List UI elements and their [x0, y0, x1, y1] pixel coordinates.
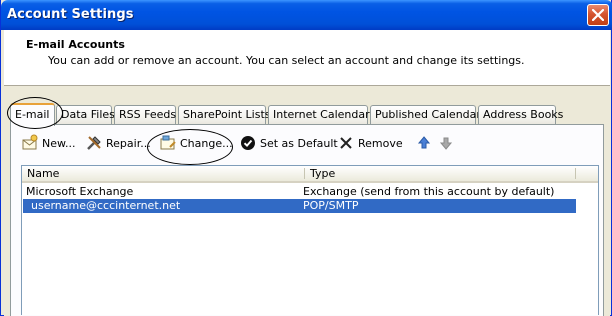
table-row[interactable]: username@cccinternet.net POP/SMTP: [23, 199, 576, 213]
list-header: Name Type: [22, 166, 598, 183]
tab-label: Internet Calendars: [273, 108, 376, 121]
repair-button[interactable]: Repair...: [85, 133, 151, 153]
column-header-type[interactable]: Type: [305, 166, 575, 181]
repair-label: Repair...: [106, 136, 151, 150]
new-button[interactable]: New...: [21, 133, 75, 153]
table-row[interactable]: Microsoft Exchange Exchange (send from t…: [22, 185, 598, 199]
remove-label: Remove: [358, 136, 403, 150]
change-account-icon: [159, 134, 177, 152]
arrow-up-icon: [415, 134, 433, 152]
remove-button[interactable]: Remove: [337, 133, 403, 153]
dialog-body: E-mail Data Files RSS Feeds SharePoint L…: [4, 87, 610, 316]
tab-label: Data Files: [61, 108, 115, 121]
move-up-button[interactable]: [415, 133, 436, 153]
change-button[interactable]: Change...: [159, 133, 233, 153]
account-settings-window: Account Settings E-mail Accounts You can…: [0, 0, 612, 316]
section-description: You can add or remove an account. You ca…: [48, 54, 525, 67]
title-bar[interactable]: Account Settings: [1, 0, 612, 30]
tab-published-calendars[interactable]: Published Calendars: [370, 105, 487, 125]
tab-email[interactable]: E-mail: [10, 103, 55, 126]
account-list[interactable]: Name Type Microsoft Exchange Exchange (s…: [21, 165, 599, 315]
tab-internet-calendars[interactable]: Internet Calendars: [268, 105, 375, 125]
tab-label: Published Calendars: [375, 108, 487, 121]
tab-label: Address Books: [483, 108, 564, 121]
account-type: Exchange (send from this account by defa…: [303, 185, 555, 198]
arrow-down-icon: [437, 134, 455, 152]
header-panel: E-mail Accounts You can add or remove an…: [4, 30, 610, 86]
set-default-button[interactable]: Set as Default: [239, 133, 338, 153]
email-tab-panel: New... Repair... Change... Set as Defaul…: [10, 124, 604, 316]
tab-data-files[interactable]: Data Files: [56, 105, 115, 125]
checkmark-icon: [239, 134, 257, 152]
new-label: New...: [42, 136, 76, 150]
move-down-button[interactable]: [437, 133, 458, 153]
section-title: E-mail Accounts: [26, 38, 125, 51]
tab-sharepoint-lists[interactable]: SharePoint Lists: [178, 105, 271, 125]
new-account-icon: [21, 134, 39, 152]
close-icon: [592, 9, 604, 21]
window-title: Account Settings: [7, 7, 134, 22]
account-name: username@cccinternet.net: [31, 199, 181, 212]
tab-rss-feeds[interactable]: RSS Feeds: [114, 105, 176, 125]
column-header-name[interactable]: Name: [22, 166, 304, 181]
tab-label: RSS Feeds: [119, 108, 177, 121]
remove-x-icon: [337, 134, 355, 152]
close-button[interactable]: [587, 4, 609, 26]
column-label: Type: [310, 167, 336, 180]
set-default-label: Set as Default: [260, 136, 338, 150]
account-type: POP/SMTP: [303, 199, 359, 212]
account-name: Microsoft Exchange: [26, 185, 134, 198]
repair-tools-icon: [85, 134, 103, 152]
column-divider[interactable]: [575, 168, 576, 179]
column-label: Name: [27, 167, 60, 180]
tab-label: E-mail: [15, 108, 50, 121]
tab-address-books[interactable]: Address Books: [478, 105, 563, 125]
tab-label: SharePoint Lists: [183, 108, 271, 121]
change-label: Change...: [180, 136, 233, 150]
